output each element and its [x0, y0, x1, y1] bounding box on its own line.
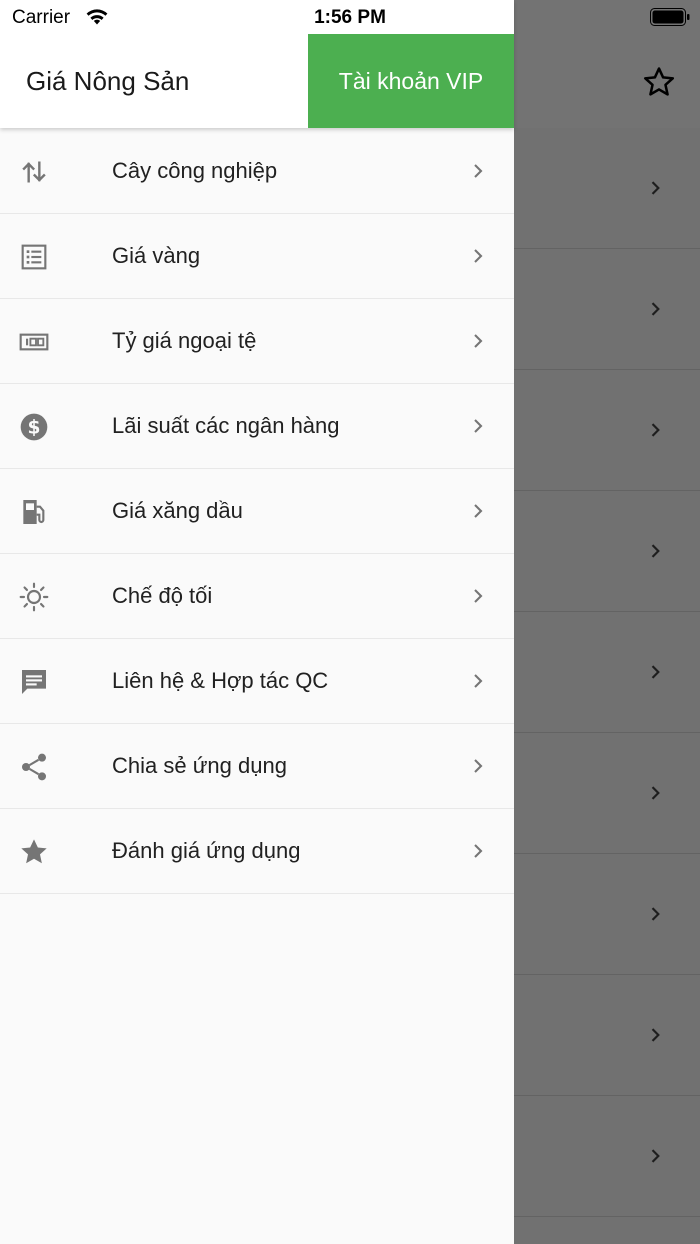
- menu-item-label: Đánh giá ứng dụng: [112, 838, 301, 863]
- clock: 1:56 PM: [314, 7, 386, 28]
- chevron-right-icon: [469, 757, 487, 775]
- chevron-right-icon: [469, 247, 487, 265]
- menu-item-dark-mode[interactable]: Chế độ tối: [0, 554, 514, 639]
- menu-item-label: Liên hệ & Hợp tác QC: [112, 668, 329, 693]
- money-icon: [18, 326, 50, 358]
- menu-item-gold-price[interactable]: Giá vàng: [0, 214, 514, 299]
- menu-item-label: Cây công nghiệp: [112, 158, 278, 183]
- menu-item-exchange-rate[interactable]: Tỷ giá ngoại tệ: [0, 299, 514, 384]
- gas-station-icon: [18, 496, 50, 528]
- battery-icon: [650, 8, 690, 26]
- vip-account-button[interactable]: Tài khoản VIP: [308, 34, 514, 128]
- drawer-menu: Cây công nghiệp Giá vàng Tỷ giá ngoại tệ: [0, 129, 514, 894]
- share-icon: [18, 751, 50, 783]
- menu-item-fuel-price[interactable]: Giá xăng dầu: [0, 469, 514, 554]
- brightness-icon: [18, 581, 50, 613]
- chevron-right-icon: [469, 332, 487, 350]
- menu-item-bank-interest[interactable]: $ Lãi suất các ngân hàng: [0, 384, 514, 469]
- menu-item-label: Giá xăng dầu: [112, 498, 243, 523]
- menu-item-share-app[interactable]: Chia sẻ ứng dụng: [0, 724, 514, 809]
- menu-item-industrial-crops[interactable]: Cây công nghiệp: [0, 129, 514, 214]
- menu-item-label: Lãi suất các ngân hàng: [112, 413, 340, 438]
- menu-item-rate-app[interactable]: Đánh giá ứng dụng: [0, 809, 514, 894]
- svg-text:$: $: [28, 418, 41, 439]
- navigation-drawer: Giá Nông Sản Tài khoản VIP Cây công nghi…: [0, 0, 514, 1244]
- chevron-right-icon: [469, 842, 487, 860]
- app-title: Giá Nông Sản: [26, 66, 190, 96]
- chevron-right-icon: [469, 587, 487, 605]
- menu-item-contact-ads[interactable]: Liên hệ & Hợp tác QC: [0, 639, 514, 724]
- menu-item-label: Chế độ tối: [112, 583, 213, 608]
- chevron-right-icon: [469, 417, 487, 435]
- list-icon: [18, 241, 50, 273]
- menu-item-label: Giá vàng: [112, 243, 201, 268]
- menu-item-label: Chia sẻ ứng dụng: [112, 753, 287, 778]
- dollar-circle-icon: $: [18, 411, 50, 443]
- chevron-right-icon: [469, 502, 487, 520]
- swap-vertical-icon: [18, 156, 50, 188]
- menu-item-label: Tỷ giá ngoại tệ: [112, 328, 257, 353]
- status-bar: Carrier 1:56 PM: [0, 0, 700, 34]
- star-icon: [18, 836, 50, 868]
- chevron-right-icon: [469, 162, 487, 180]
- message-icon: [18, 666, 50, 698]
- chevron-right-icon: [469, 672, 487, 690]
